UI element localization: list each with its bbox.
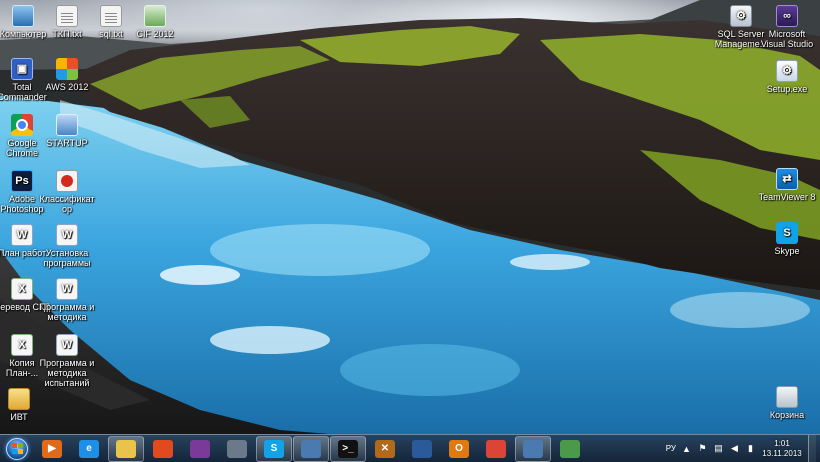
teamviewer-icon: ⇄ [776, 168, 798, 190]
word-document-icon: W [56, 278, 78, 300]
taskbar-button-skype[interactable]: S [256, 435, 292, 462]
ie-icon: e [79, 439, 99, 458]
taskbar-button-outlook[interactable]: O [441, 436, 477, 462]
desktop-icon-label: Программа и методика испытаний [39, 358, 95, 388]
taskbar-button-office[interactable] [145, 436, 181, 462]
desktop-icon-recycle-bin[interactable]: Корзина [758, 386, 816, 420]
network-icon[interactable]: ▤ [713, 443, 724, 454]
language-indicator[interactable]: РУ [666, 444, 676, 453]
word-document-icon: W [56, 224, 78, 246]
remote-desktop-icon [301, 439, 321, 458]
start-button[interactable] [0, 435, 34, 462]
clock-time: 1:01 [774, 438, 790, 448]
text-file-icon [100, 5, 122, 27]
pdf-document-icon [56, 170, 78, 192]
skype-icon: S [776, 222, 798, 244]
desktop-icon-teamviewer[interactable]: ⇄ TeamViewer 8 [758, 168, 816, 202]
desktop-icon-label: Программа и методика [39, 302, 95, 322]
cif-app-icon [144, 5, 166, 27]
cmd-icon: >_ [338, 439, 358, 458]
desktop-icon-label: TeamViewer 8 [758, 192, 816, 202]
desktop-icon-folder-ivt[interactable]: ИВТ [0, 388, 48, 422]
flag-icon[interactable]: ⚑ [697, 443, 708, 454]
taskbar-button-network[interactable] [515, 435, 551, 462]
clock[interactable]: 1:01 13.11.2013 [761, 439, 803, 459]
chrome-icon [486, 439, 506, 458]
winrar-icon [190, 439, 210, 458]
taskbar-button-setup[interactable] [552, 436, 588, 462]
folder-icon [8, 388, 30, 410]
taskbar: ▶ e S >_ ✕ O РУ ▲ ⚑ ▤ ◀ ▮ 1:01 13.11.2013 [0, 434, 820, 462]
setup-icon [560, 439, 580, 458]
desktop-icon-skype[interactable]: S Skype [758, 222, 816, 256]
desktop-icon-label: Корзина [769, 410, 805, 420]
computer-icon [12, 5, 34, 27]
aws-app-icon [56, 58, 78, 80]
windows-logo-icon [6, 437, 28, 460]
floppy-disk-icon: ▣ [11, 58, 33, 80]
desktop-icon-label: ИВТ [10, 412, 28, 422]
desktop-icon-label: Skype [774, 246, 800, 256]
phone-icon [412, 439, 432, 458]
desktop-icon-klassifikator[interactable]: Классификатор [38, 170, 96, 214]
desktop-icon-label: CIF 2012 [136, 29, 174, 39]
skype-icon: S [264, 439, 284, 458]
desktop-icon-cif2012[interactable]: CIF 2012 [126, 5, 184, 39]
desktop-icon-label: STARTUP [46, 138, 88, 148]
sql-server-icon: ⚙ [730, 5, 752, 27]
wallpaper-landscape [0, 0, 820, 434]
taskbar-button-winrar[interactable] [182, 436, 218, 462]
startup-app-icon [56, 114, 78, 136]
photoshop-icon: Ps [11, 170, 33, 192]
taskbar-button-phone[interactable] [404, 436, 440, 462]
desktop-icon-microsoft-visual[interactable]: ∞ Microsoft Visual Studio [758, 5, 816, 49]
desktop-icon-label: Microsoft Visual Studio [760, 29, 814, 49]
taskbar-pinned-apps: ▶ e S >_ ✕ O [34, 435, 589, 462]
explorer-icon [116, 439, 136, 458]
media-player-icon: ▶ [42, 439, 62, 458]
taskbar-button-tools[interactable]: ✕ [367, 436, 403, 462]
taskbar-button-remote-desktop[interactable] [293, 435, 329, 462]
text-file-icon [56, 5, 78, 27]
disk-icon [227, 439, 247, 458]
desktop-icon-label: AWS 2012 [45, 82, 89, 92]
show-hidden-icons-icon[interactable]: ▲ [681, 443, 692, 454]
power-icon[interactable]: ▮ [745, 443, 756, 454]
taskbar-button-disk[interactable] [219, 436, 255, 462]
taskbar-button-explorer[interactable] [108, 435, 144, 462]
taskbar-button-ie[interactable]: e [71, 436, 107, 462]
desktop-wallpaper [0, 0, 820, 462]
excel-document-icon: X [11, 278, 33, 300]
excel-document-icon: X [11, 334, 33, 356]
visual-studio-icon: ∞ [776, 5, 798, 27]
clock-date: 13.11.2013 [762, 448, 802, 458]
desktop-icon-ustanovka-doc[interactable]: W Установка программы [38, 224, 96, 268]
taskbar-button-media-player[interactable]: ▶ [34, 436, 70, 462]
word-document-icon: W [11, 224, 33, 246]
network-icon [523, 439, 543, 458]
tools-icon: ✕ [375, 439, 395, 458]
desktop-icon-programma-doc[interactable]: W Программа и методика [38, 278, 96, 322]
chrome-icon [11, 114, 33, 136]
desktop-icon-startup[interactable]: STARTUP [38, 114, 96, 148]
show-desktop-button[interactable] [808, 434, 816, 462]
desktop-icon-label: Классификатор [39, 194, 95, 214]
system-tray: РУ ▲ ⚑ ▤ ◀ ▮ 1:01 13.11.2013 [666, 434, 820, 462]
setup-icon: ⚙ [776, 60, 798, 82]
outlook-icon: O [449, 439, 469, 458]
desktop-icon-label: Setup.exe [766, 84, 808, 94]
office-icon [153, 439, 173, 458]
volume-icon[interactable]: ◀ [729, 443, 740, 454]
word-document-icon: W [56, 334, 78, 356]
desktop-icon-programma2-doc[interactable]: W Программа и методика испытаний [38, 334, 96, 388]
recycle-bin-icon [776, 386, 798, 408]
taskbar-button-cmd[interactable]: >_ [330, 435, 366, 462]
taskbar-button-chrome[interactable] [478, 436, 514, 462]
desktop-icon-setup[interactable]: ⚙ Setup.exe [758, 60, 816, 94]
desktop-icon-label: Установка программы [43, 248, 91, 268]
desktop-icon-aws2012[interactable]: AWS 2012 [38, 58, 96, 92]
